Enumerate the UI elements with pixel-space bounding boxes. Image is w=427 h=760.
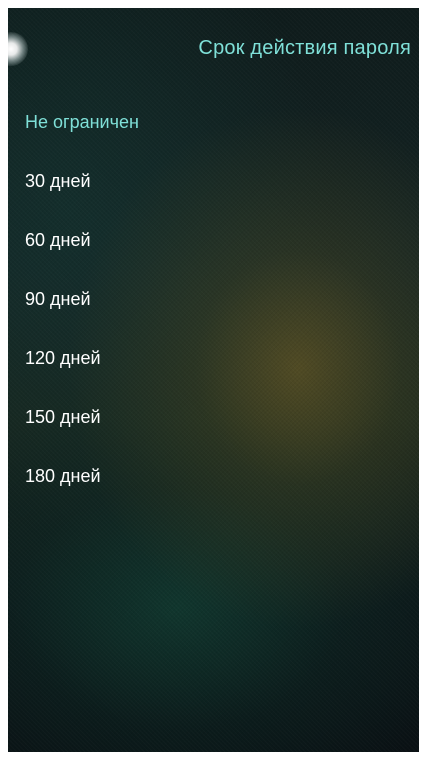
password-expiry-options: Не ограничен 30 дней 60 дней 90 дней 120…	[25, 104, 405, 517]
corner-light-icon	[8, 32, 28, 66]
option-90-days[interactable]: 90 дней	[25, 281, 405, 340]
option-unlimited[interactable]: Не ограничен	[25, 104, 405, 163]
option-30-days[interactable]: 30 дней	[25, 163, 405, 222]
option-120-days[interactable]: 120 дней	[25, 340, 405, 399]
option-180-days[interactable]: 180 дней	[25, 458, 405, 517]
device-frame: Срок действия пароля Не ограничен 30 дне…	[0, 0, 427, 760]
settings-screen: Срок действия пароля Не ограничен 30 дне…	[8, 8, 419, 752]
page-title: Срок действия пароля	[198, 37, 411, 59]
option-60-days[interactable]: 60 дней	[25, 222, 405, 281]
option-150-days[interactable]: 150 дней	[25, 399, 405, 458]
